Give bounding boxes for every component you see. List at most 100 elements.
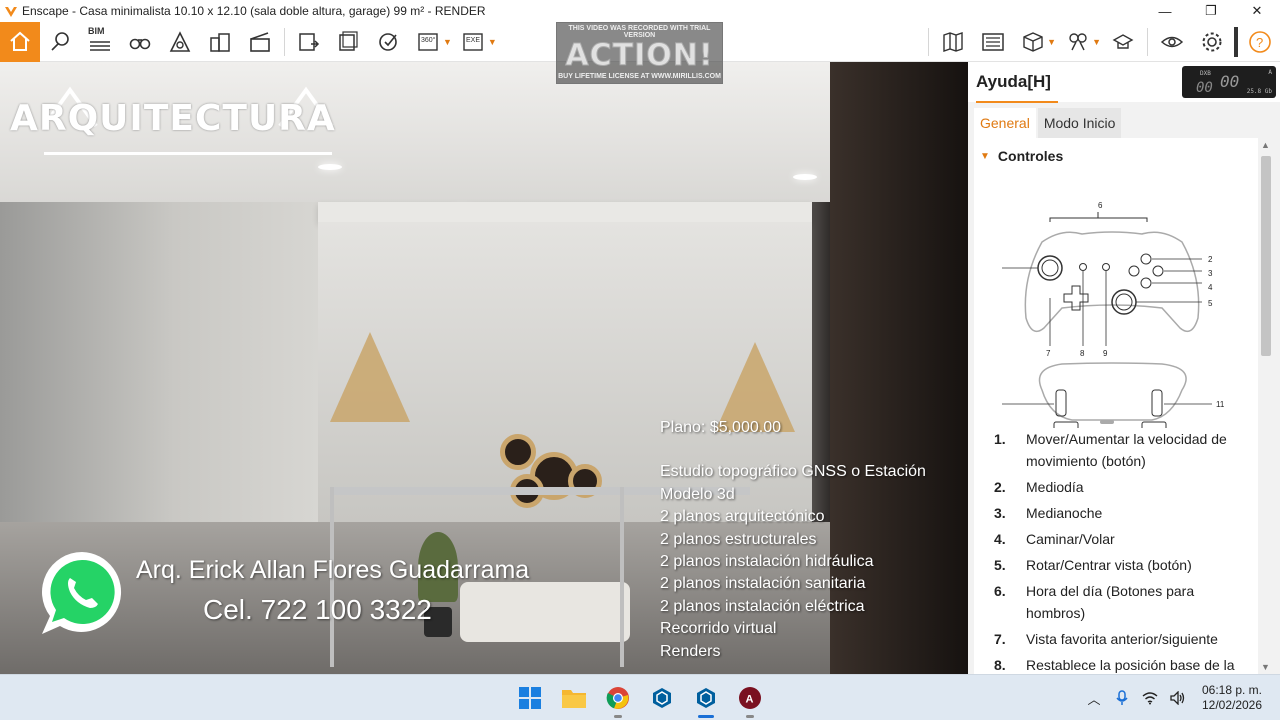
- cube-button[interactable]: [1013, 22, 1053, 62]
- sketchup-button[interactable]: [640, 675, 684, 720]
- settings-hat-button[interactable]: [1103, 22, 1143, 62]
- service-item: Modelo 3d: [660, 485, 735, 503]
- diagram-label-3: 3: [1208, 269, 1213, 278]
- views-button[interactable]: [40, 22, 80, 62]
- windows-start-icon: [519, 687, 541, 709]
- toolbar-separator: [1147, 27, 1148, 56]
- toolbar-divider-dark: [1234, 26, 1238, 57]
- batch-render-button[interactable]: [329, 22, 369, 62]
- help-scrollbar[interactable]: ▲ ▼: [1258, 138, 1274, 674]
- start-button[interactable]: [508, 675, 552, 720]
- diagram-label-6: 6: [1098, 201, 1103, 210]
- wall-decor-circle: [500, 434, 536, 470]
- tab-general[interactable]: General: [974, 108, 1036, 138]
- clock-date: 12/02/2026: [1201, 698, 1263, 712]
- binoculars-button[interactable]: [120, 22, 160, 62]
- sketchup-icon: [697, 688, 715, 708]
- list-item: 8. Restablece la posición base de la: [994, 657, 1235, 673]
- scroll-thumb[interactable]: [1261, 156, 1271, 356]
- tab-modo-inicio[interactable]: Modo Inicio: [1037, 108, 1122, 138]
- price-text: Plano: $5,000.00: [660, 419, 781, 436]
- panorama-button[interactable]: 360°: [409, 22, 449, 62]
- render-viewport[interactable]: ARQUITECTURA Arq. Erick Allan Flores Gua…: [0, 62, 968, 674]
- render-beam: [318, 202, 812, 222]
- scroll-up-icon[interactable]: ▲: [1261, 140, 1270, 150]
- chrome-button[interactable]: [596, 675, 640, 720]
- help-button[interactable]: ?: [1240, 22, 1280, 62]
- diagram-label-7: 7: [1046, 349, 1051, 358]
- visual-settings-button[interactable]: [1152, 22, 1192, 62]
- running-indicator: [614, 715, 622, 718]
- collapse-arrow-icon: ▼: [980, 150, 990, 162]
- video-icon: [379, 32, 397, 51]
- contact-name: Arq. Erick Allan Flores Guadarrama: [136, 556, 530, 584]
- file-explorer-button[interactable]: [552, 675, 596, 720]
- video-button[interactable]: [369, 22, 409, 62]
- maximize-button[interactable]: ❐: [1188, 0, 1234, 22]
- recorder-watermark: THIS VIDEO WAS RECORDED WITH TRIAL VERSI…: [556, 22, 723, 84]
- help-panel-header: Ayuda[H] DXB 00 A 25.8 Gb 00: [968, 62, 1280, 103]
- diagram-label-8: 8: [1080, 349, 1085, 358]
- exe-export-button[interactable]: EXE: [454, 22, 494, 62]
- home-button[interactable]: [0, 21, 40, 62]
- controls-list: 1. Mover/Aumentar la velocidad de movimie…: [994, 428, 1246, 674]
- recorder-time: 00: [1220, 72, 1240, 91]
- diagram-label-5: 5: [1208, 299, 1213, 308]
- materials-button[interactable]: [1058, 22, 1098, 62]
- scroll-down-icon[interactable]: ▼: [1261, 662, 1270, 672]
- list-item: 5. Rotar/Centrar vista (botón): [994, 557, 1192, 573]
- microphone-icon[interactable]: [1108, 690, 1136, 706]
- bim-label: BIM: [88, 25, 105, 36]
- help-panel-title: Ayuda[H]: [976, 72, 1051, 91]
- volume-icon[interactable]: [1164, 691, 1192, 705]
- asset-library-button[interactable]: [973, 22, 1013, 62]
- screenshot-button[interactable]: [289, 22, 329, 62]
- svg-text:?: ?: [1256, 35, 1263, 50]
- diagram-label-11: 11: [1216, 400, 1225, 409]
- list-item: 2. Mediodía: [994, 479, 1084, 495]
- system-tray: ︿ 06:18 p. m. 12/02/2026: [1080, 675, 1280, 720]
- close-button[interactable]: ✕: [1234, 0, 1280, 22]
- compass-button[interactable]: [160, 22, 200, 62]
- service-item: Recorrido virtual: [660, 620, 777, 638]
- service-item: 2 planos instalación sanitaria: [660, 575, 866, 593]
- tray-overflow-icon[interactable]: ︿: [1080, 689, 1108, 708]
- action-recorder-icon: A: [739, 687, 761, 709]
- minimize-button[interactable]: —: [1142, 0, 1188, 22]
- clock[interactable]: 06:18 p. m. 12/02/2026: [1192, 683, 1272, 713]
- sketchup-active-button[interactable]: [684, 675, 728, 720]
- recorder-label: DXB: [1200, 70, 1211, 77]
- wifi-icon[interactable]: [1136, 691, 1164, 705]
- controles-section-header[interactable]: ▼ Controles: [980, 148, 1063, 164]
- taskbar: A ︿ 06:18 p. m. 12/02/2026: [0, 674, 1280, 720]
- general-settings-button[interactable]: [1192, 22, 1232, 62]
- list-item: 1. Mover/Aumentar la velocidad de movimie…: [994, 431, 1227, 469]
- clapper-icon: [250, 31, 270, 52]
- recorder-mode: A: [1268, 69, 1272, 76]
- taskbar-apps: A: [508, 675, 772, 720]
- railing-post: [620, 487, 624, 667]
- window-title: Enscape - Casa minimalista 10.10 x 12.10…: [22, 4, 486, 18]
- help-panel: Ayuda[H] DXB 00 A 25.8 Gb 00 General Mod…: [968, 62, 1280, 674]
- service-item: Renders: [660, 642, 721, 660]
- hat-icon: [1112, 33, 1134, 49]
- service-item: 2 planos arquitectónico: [660, 508, 825, 526]
- list-item: 3. Medianoche: [994, 505, 1103, 521]
- binoculars-icon: [129, 38, 151, 49]
- toolbar-separator: [928, 27, 930, 56]
- recorder-widget[interactable]: DXB 00 A 25.8 Gb 00: [1182, 66, 1276, 98]
- watermark-line1: THIS VIDEO WAS RECORDED WITH TRIAL VERSI…: [568, 25, 711, 39]
- eye-icon: [1160, 36, 1184, 47]
- contact-phone: Cel. 722 100 3322: [203, 594, 432, 625]
- service-item: 2 planos instalación eléctrica: [660, 597, 865, 615]
- bim-button[interactable]: BIM: [80, 22, 120, 62]
- clapper-button[interactable]: [240, 22, 280, 62]
- help-icon: ?: [1249, 30, 1271, 53]
- diagram-label-9: 9: [1103, 349, 1108, 358]
- action-recorder-button[interactable]: A: [728, 675, 772, 720]
- buildings-button[interactable]: [200, 22, 240, 62]
- list-item: 6. Hora del día (Botones para hombros): [994, 583, 1195, 621]
- panorama-icon: 360°: [418, 32, 438, 51]
- diagram-label-2: 2: [1208, 255, 1213, 264]
- map-button[interactable]: [933, 22, 973, 62]
